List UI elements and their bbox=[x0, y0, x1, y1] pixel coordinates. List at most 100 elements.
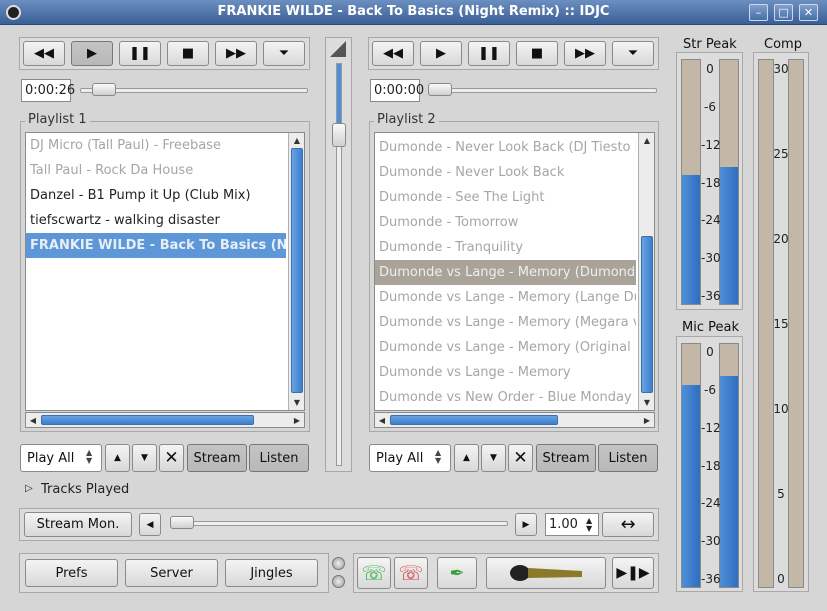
scroll-up-icon[interactable]: ▲ bbox=[639, 134, 654, 146]
player1-remove-button[interactable]: ✕ bbox=[159, 444, 184, 472]
player1-listen-toggle[interactable]: Listen bbox=[249, 444, 309, 472]
playlist-row[interactable]: Dumonde - Tranquility bbox=[375, 235, 636, 260]
minimize-button[interactable]: – bbox=[749, 4, 768, 21]
crossfade-left-button[interactable]: ◀ bbox=[139, 513, 161, 536]
player2-previous-button[interactable]: ◀◀ bbox=[372, 41, 414, 66]
scroll-left-icon[interactable]: ◀ bbox=[27, 414, 39, 426]
player2-move-up-button[interactable]: ▲ bbox=[454, 444, 479, 472]
volume-ramp-icon bbox=[330, 41, 346, 57]
crossfader-knob[interactable] bbox=[170, 516, 194, 529]
playlist-row[interactable]: Dumonde - Never Look Back bbox=[375, 160, 636, 185]
player2-pause-button[interactable]: ❚❚ bbox=[468, 41, 510, 66]
meter-scale-label: -36 bbox=[701, 289, 721, 303]
playlist-row[interactable]: Tall Paul - Rock Da House bbox=[26, 158, 286, 183]
player1-next-button[interactable]: ▶▶ bbox=[215, 41, 257, 66]
playlist-row[interactable]: Dumonde - Never Look Back (DJ Tiesto Rem… bbox=[375, 135, 636, 160]
scroll-left-icon[interactable]: ◀ bbox=[376, 414, 388, 426]
playlist-row[interactable]: Dumonde vs Lange - Memory bbox=[375, 360, 636, 385]
player2-time-display: 0:00:00 bbox=[370, 79, 424, 102]
player1-mode-select[interactable]: Play All ▲ ▼ bbox=[20, 444, 102, 472]
advance-button[interactable]: ▶❚▶ bbox=[612, 557, 654, 589]
swap-button[interactable]: ↔ bbox=[602, 512, 654, 537]
playlist-row[interactable]: tiefscwartz - walking disaster bbox=[26, 208, 286, 233]
player1-play-button[interactable]: ▶ bbox=[71, 41, 113, 66]
scroll-down-icon[interactable]: ▼ bbox=[639, 396, 654, 408]
player2-progress-track[interactable] bbox=[428, 88, 657, 93]
playlist1-hscroll-thumb[interactable] bbox=[41, 415, 254, 425]
arrow-down-icon: ▼ bbox=[141, 453, 148, 463]
playlist-row[interactable]: Dumonde vs Lange - Memory (Lange Dub Mix… bbox=[375, 285, 636, 310]
microphone-button[interactable] bbox=[486, 557, 606, 589]
player1-move-down-button[interactable]: ▼ bbox=[132, 444, 157, 472]
playlist2-hscroll-thumb[interactable] bbox=[390, 415, 558, 425]
phone-red-button[interactable]: ☏ bbox=[394, 557, 428, 589]
meter-scale-label: -24 bbox=[701, 213, 721, 228]
playlist2-list[interactable]: Dumonde - Never Look Back (DJ Tiesto Rem… bbox=[374, 132, 655, 411]
playlist2-hscrollbar[interactable]: ◀ ▶ bbox=[374, 412, 655, 428]
title-bar[interactable]: FRANKIE WILDE - Back To Basics (Night Re… bbox=[0, 0, 827, 25]
player2-move-down-button[interactable]: ▼ bbox=[481, 444, 506, 472]
meter-scale-label: -18 bbox=[701, 175, 721, 190]
stream-mon-button[interactable]: Stream Mon. bbox=[24, 512, 132, 537]
player2-stream-toggle[interactable]: Stream bbox=[536, 444, 596, 472]
playlist1-vscroll-thumb[interactable] bbox=[291, 148, 303, 393]
player2-remove-button[interactable]: ✕ bbox=[508, 444, 533, 472]
player1-pause-button[interactable]: ❚❚ bbox=[119, 41, 161, 66]
server-button[interactable]: Server bbox=[125, 559, 218, 587]
phone-green-button[interactable]: ☏ bbox=[357, 557, 391, 589]
speed-spinbox[interactable]: 1.00 ▲ ▼ bbox=[545, 513, 599, 536]
spin-arrows-icon[interactable]: ▲ ▼ bbox=[586, 517, 592, 533]
player2-play-button[interactable]: ▶ bbox=[420, 41, 462, 66]
scroll-down-icon[interactable]: ▼ bbox=[289, 396, 304, 408]
player2-listen-toggle[interactable]: Listen bbox=[598, 444, 658, 472]
player2-next-button[interactable]: ▶▶ bbox=[564, 41, 606, 66]
scroll-up-icon[interactable]: ▲ bbox=[289, 134, 304, 146]
meter-scale-label: 0 bbox=[706, 345, 714, 359]
scroll-right-icon[interactable]: ▶ bbox=[291, 414, 303, 426]
player1-move-up-button[interactable]: ▲ bbox=[105, 444, 130, 472]
playlist-row[interactable]: Dumonde vs Lange - Memory (Original Mix) bbox=[375, 335, 636, 360]
expander-arrow-icon[interactable]: ▷ bbox=[25, 483, 33, 494]
playlist2-vscrollbar[interactable]: ▲ ▼ bbox=[638, 133, 654, 410]
microphone-icon bbox=[510, 565, 582, 581]
player2-stop-button[interactable]: ■ bbox=[516, 41, 558, 66]
player1-stop-button[interactable]: ■ bbox=[167, 41, 209, 66]
player1-eject-button[interactable]: ⏷ bbox=[263, 41, 305, 66]
spin-arrows-icon: ▲ ▼ bbox=[435, 448, 442, 465]
meter-scale-label: 5 bbox=[777, 487, 785, 501]
player1-stream-toggle[interactable]: Stream bbox=[187, 444, 247, 472]
playlist-row[interactable]: FRANKIE WILDE - Back To Basics (Night Re… bbox=[26, 233, 286, 258]
crossfader-track[interactable] bbox=[170, 521, 508, 526]
syringe-button[interactable]: ✒ bbox=[437, 557, 477, 589]
playlist-row[interactable]: Dumonde vs Lange - Memory (Megara vs DJ … bbox=[375, 310, 636, 335]
maximize-button[interactable]: □ bbox=[774, 4, 793, 21]
scroll-right-icon[interactable]: ▶ bbox=[641, 414, 653, 426]
prefs-button[interactable]: Prefs bbox=[25, 559, 118, 587]
remove-icon: ✕ bbox=[164, 448, 179, 468]
player1-previous-button[interactable]: ◀◀ bbox=[23, 41, 65, 66]
meter-scale-label: -36 bbox=[701, 572, 721, 586]
volume-knob[interactable] bbox=[332, 123, 346, 147]
player2-eject-button[interactable]: ⏷ bbox=[612, 41, 654, 66]
playlist2-vscroll-thumb[interactable] bbox=[641, 236, 653, 393]
playlist-row[interactable]: Dumonde vs Lange - Memory (Dumonde Remix… bbox=[375, 260, 636, 285]
tracks-played-expander[interactable]: Tracks Played bbox=[41, 482, 129, 497]
playlist1-hscrollbar[interactable]: ◀ ▶ bbox=[25, 412, 305, 428]
playlist-row[interactable]: Danzel - B1 Pump it Up (Club Mix) bbox=[26, 183, 286, 208]
playlist-row[interactable]: Dumonde - Tomorrow bbox=[375, 210, 636, 235]
eject-icon: ⏷ bbox=[278, 46, 290, 61]
jingles-button[interactable]: Jingles bbox=[225, 559, 318, 587]
playlist-row[interactable]: DJ Micro (Tall Paul) - Freebase bbox=[26, 133, 286, 158]
playlist1-list[interactable]: DJ Micro (Tall Paul) - Freebase Tall Paul… bbox=[25, 132, 305, 411]
window-title: FRANKIE WILDE - Back To Basics (Night Re… bbox=[217, 4, 610, 19]
playlist-row[interactable]: Dumonde - See The Light bbox=[375, 185, 636, 210]
playlist-row[interactable]: Dumonde vs New Order - Blue Monday (Exte… bbox=[375, 385, 636, 410]
meter-scale-label: -12 bbox=[701, 137, 721, 152]
crossfade-right-button[interactable]: ▶ bbox=[515, 513, 537, 536]
speed-value: 1.00 bbox=[549, 517, 578, 532]
player2-progress-knob[interactable] bbox=[428, 83, 452, 96]
player2-mode-select[interactable]: Play All ▲ ▼ bbox=[369, 444, 451, 472]
close-window-button[interactable]: ✕ bbox=[799, 4, 818, 21]
playlist1-vscrollbar[interactable]: ▲ ▼ bbox=[288, 133, 304, 410]
player1-progress-knob[interactable] bbox=[92, 83, 116, 96]
